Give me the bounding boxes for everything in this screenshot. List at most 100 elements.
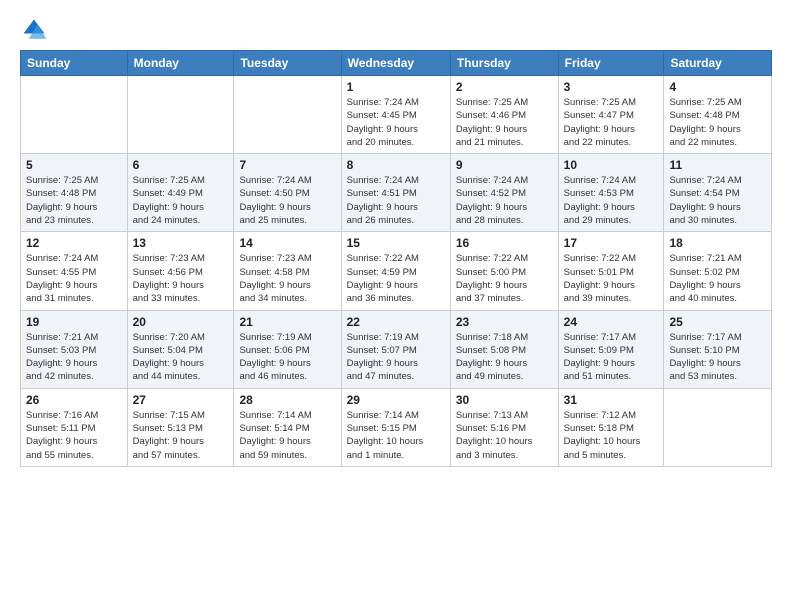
calendar-cell <box>21 76 128 154</box>
day-number: 4 <box>669 80 766 94</box>
calendar-cell: 3Sunrise: 7:25 AMSunset: 4:47 PMDaylight… <box>558 76 664 154</box>
day-info: Sunrise: 7:14 AMSunset: 5:15 PMDaylight:… <box>347 409 445 462</box>
calendar-week-row: 19 Sunrise: 7:21 AMSunset: 5:03 PMDayligh… <box>21 310 772 388</box>
calendar-week-row: 1Sunrise: 7:24 AMSunset: 4:45 PMDaylight… <box>21 76 772 154</box>
calendar-cell: 9 Sunrise: 7:24 AMSunset: 4:52 PMDaylight… <box>450 154 558 232</box>
weekday-header: Tuesday <box>234 51 341 76</box>
day-number: 26 <box>26 393 122 407</box>
day-info: Sunrise: 7:25 AMSunset: 4:49 PMDaylight:… <box>133 174 229 227</box>
calendar-cell <box>127 76 234 154</box>
page: SundayMondayTuesdayWednesdayThursdayFrid… <box>0 0 792 483</box>
calendar-cell: 5 Sunrise: 7:25 AMSunset: 4:48 PMDaylight… <box>21 154 128 232</box>
weekday-header: Wednesday <box>341 51 450 76</box>
day-info: Sunrise: 7:19 AMSunset: 5:06 PMDaylight:… <box>239 331 335 384</box>
day-info: Sunrise: 7:18 AMSunset: 5:08 PMDaylight:… <box>456 331 553 384</box>
calendar-week-row: 12Sunrise: 7:24 AMSunset: 4:55 PMDayligh… <box>21 232 772 310</box>
day-number: 9 <box>456 158 553 172</box>
day-number: 2 <box>456 80 553 94</box>
calendar-cell: 31 Sunrise: 7:12 AMSunset: 5:18 PMDayligh… <box>558 388 664 466</box>
header <box>20 16 772 44</box>
day-info: Sunrise: 7:25 AMSunset: 4:46 PMDaylight:… <box>456 96 553 149</box>
day-info: Sunrise: 7:24 AMSunset: 4:53 PMDaylight:… <box>564 174 659 227</box>
day-info: Sunrise: 7:25 AMSunset: 4:48 PMDaylight:… <box>669 96 766 149</box>
calendar-week-row: 5 Sunrise: 7:25 AMSunset: 4:48 PMDaylight… <box>21 154 772 232</box>
day-number: 13 <box>133 236 229 250</box>
calendar-cell: 30 Sunrise: 7:13 AMSunset: 5:16 PMDayligh… <box>450 388 558 466</box>
calendar-cell: 28 Sunrise: 7:14 AMSunset: 5:14 PMDayligh… <box>234 388 341 466</box>
logo <box>20 16 52 44</box>
day-info: Sunrise: 7:17 AMSunset: 5:09 PMDaylight:… <box>564 331 659 384</box>
weekday-header: Friday <box>558 51 664 76</box>
calendar-cell: 4 Sunrise: 7:25 AMSunset: 4:48 PMDaylight… <box>664 76 772 154</box>
weekday-header: Thursday <box>450 51 558 76</box>
day-number: 30 <box>456 393 553 407</box>
day-number: 27 <box>133 393 229 407</box>
day-number: 20 <box>133 315 229 329</box>
day-number: 28 <box>239 393 335 407</box>
day-info: Sunrise: 7:24 AMSunset: 4:52 PMDaylight:… <box>456 174 553 227</box>
weekday-header: Sunday <box>21 51 128 76</box>
day-number: 23 <box>456 315 553 329</box>
day-number: 31 <box>564 393 659 407</box>
day-info: Sunrise: 7:24 AMSunset: 4:55 PMDaylight:… <box>26 252 122 305</box>
day-info: Sunrise: 7:24 AMSunset: 4:54 PMDaylight:… <box>669 174 766 227</box>
day-info: Sunrise: 7:23 AMSunset: 4:58 PMDaylight:… <box>239 252 335 305</box>
calendar-cell: 22 Sunrise: 7:19 AMSunset: 5:07 PMDayligh… <box>341 310 450 388</box>
logo-icon <box>20 16 48 44</box>
day-number: 14 <box>239 236 335 250</box>
day-info: Sunrise: 7:16 AMSunset: 5:11 PMDaylight:… <box>26 409 122 462</box>
calendar-cell: 13 Sunrise: 7:23 AMSunset: 4:56 PMDayligh… <box>127 232 234 310</box>
day-number: 8 <box>347 158 445 172</box>
calendar-cell: 29 Sunrise: 7:14 AMSunset: 5:15 PMDayligh… <box>341 388 450 466</box>
day-number: 16 <box>456 236 553 250</box>
calendar-cell: 23 Sunrise: 7:18 AMSunset: 5:08 PMDayligh… <box>450 310 558 388</box>
calendar-cell: 24 Sunrise: 7:17 AMSunset: 5:09 PMDayligh… <box>558 310 664 388</box>
day-number: 11 <box>669 158 766 172</box>
calendar-cell: 7Sunrise: 7:24 AMSunset: 4:50 PMDaylight… <box>234 154 341 232</box>
day-info: Sunrise: 7:24 AMSunset: 4:45 PMDaylight:… <box>347 96 445 149</box>
calendar-cell <box>234 76 341 154</box>
calendar-cell: 17 Sunrise: 7:22 AMSunset: 5:01 PMDayligh… <box>558 232 664 310</box>
calendar: SundayMondayTuesdayWednesdayThursdayFrid… <box>20 50 772 467</box>
day-number: 17 <box>564 236 659 250</box>
day-info: Sunrise: 7:15 AMSunset: 5:13 PMDaylight:… <box>133 409 229 462</box>
calendar-cell: 14 Sunrise: 7:23 AMSunset: 4:58 PMDayligh… <box>234 232 341 310</box>
day-info: Sunrise: 7:24 AMSunset: 4:51 PMDaylight:… <box>347 174 445 227</box>
day-info: Sunrise: 7:21 AMSunset: 5:03 PMDaylight:… <box>26 331 122 384</box>
day-number: 22 <box>347 315 445 329</box>
calendar-cell: 21 Sunrise: 7:19 AMSunset: 5:06 PMDayligh… <box>234 310 341 388</box>
calendar-cell: 10Sunrise: 7:24 AMSunset: 4:53 PMDayligh… <box>558 154 664 232</box>
day-number: 21 <box>239 315 335 329</box>
day-number: 24 <box>564 315 659 329</box>
day-info: Sunrise: 7:21 AMSunset: 5:02 PMDaylight:… <box>669 252 766 305</box>
calendar-cell: 8 Sunrise: 7:24 AMSunset: 4:51 PMDaylight… <box>341 154 450 232</box>
weekday-header: Saturday <box>664 51 772 76</box>
day-info: Sunrise: 7:12 AMSunset: 5:18 PMDaylight:… <box>564 409 659 462</box>
calendar-cell: 20 Sunrise: 7:20 AMSunset: 5:04 PMDayligh… <box>127 310 234 388</box>
calendar-week-row: 26 Sunrise: 7:16 AMSunset: 5:11 PMDayligh… <box>21 388 772 466</box>
day-info: Sunrise: 7:14 AMSunset: 5:14 PMDaylight:… <box>239 409 335 462</box>
calendar-cell: 16Sunrise: 7:22 AMSunset: 5:00 PMDayligh… <box>450 232 558 310</box>
day-info: Sunrise: 7:25 AMSunset: 4:48 PMDaylight:… <box>26 174 122 227</box>
day-number: 5 <box>26 158 122 172</box>
day-number: 25 <box>669 315 766 329</box>
calendar-cell: 19 Sunrise: 7:21 AMSunset: 5:03 PMDayligh… <box>21 310 128 388</box>
day-info: Sunrise: 7:22 AMSunset: 4:59 PMDaylight:… <box>347 252 445 305</box>
calendar-cell: 25 Sunrise: 7:17 AMSunset: 5:10 PMDayligh… <box>664 310 772 388</box>
day-info: Sunrise: 7:22 AMSunset: 5:01 PMDaylight:… <box>564 252 659 305</box>
calendar-cell: 15Sunrise: 7:22 AMSunset: 4:59 PMDayligh… <box>341 232 450 310</box>
day-info: Sunrise: 7:17 AMSunset: 5:10 PMDaylight:… <box>669 331 766 384</box>
day-info: Sunrise: 7:13 AMSunset: 5:16 PMDaylight:… <box>456 409 553 462</box>
day-info: Sunrise: 7:20 AMSunset: 5:04 PMDaylight:… <box>133 331 229 384</box>
day-number: 6 <box>133 158 229 172</box>
day-info: Sunrise: 7:23 AMSunset: 4:56 PMDaylight:… <box>133 252 229 305</box>
calendar-cell: 26 Sunrise: 7:16 AMSunset: 5:11 PMDayligh… <box>21 388 128 466</box>
day-number: 29 <box>347 393 445 407</box>
calendar-cell <box>664 388 772 466</box>
calendar-cell: 27 Sunrise: 7:15 AMSunset: 5:13 PMDayligh… <box>127 388 234 466</box>
day-number: 19 <box>26 315 122 329</box>
day-number: 7 <box>239 158 335 172</box>
calendar-cell: 11 Sunrise: 7:24 AMSunset: 4:54 PMDayligh… <box>664 154 772 232</box>
day-info: Sunrise: 7:19 AMSunset: 5:07 PMDaylight:… <box>347 331 445 384</box>
calendar-header-row: SundayMondayTuesdayWednesdayThursdayFrid… <box>21 51 772 76</box>
